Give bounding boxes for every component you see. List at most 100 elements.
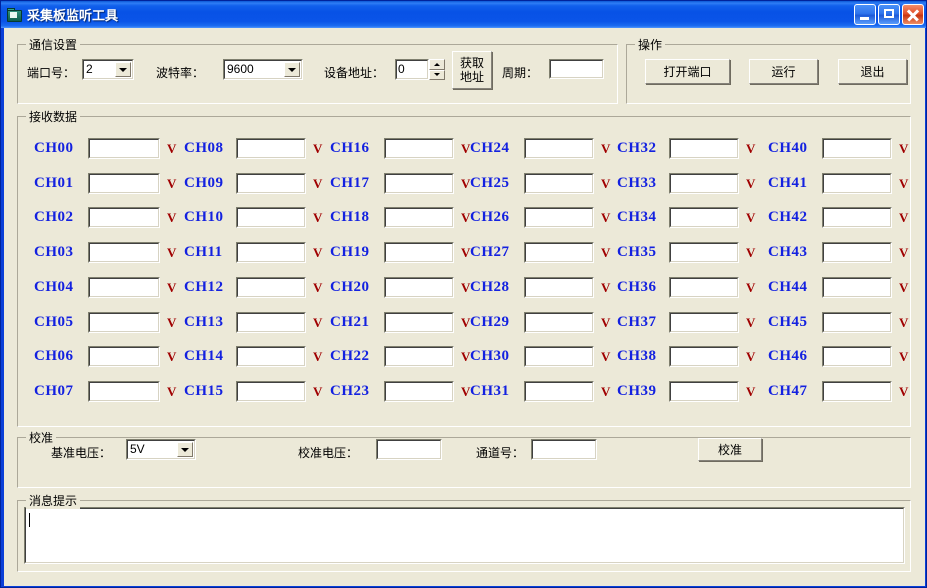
message-textarea[interactable]	[24, 507, 905, 564]
baud-label: 波特率：	[156, 66, 205, 80]
channel-input-ch36[interactable]	[669, 277, 739, 298]
port-label: 端口号：	[27, 66, 76, 80]
channel-marker-icon-ch22: V	[461, 349, 471, 364]
channel-input-ch46[interactable]	[822, 346, 892, 367]
channel-marker-icon-ch16: V	[461, 141, 471, 156]
channel-marker-icon-ch10: V	[313, 210, 323, 225]
stepper-up-icon[interactable]	[429, 59, 445, 70]
port-combo-value: 2	[86, 62, 93, 76]
device-address-input[interactable]: 0	[395, 59, 429, 80]
channel-marker-icon-ch01: V	[167, 176, 177, 191]
channel-input-ch41[interactable]	[822, 173, 892, 194]
window-title: 采集板监听工具	[27, 8, 119, 23]
channel-input-ch13[interactable]	[236, 312, 306, 333]
channel-input-ch04[interactable]	[88, 277, 160, 298]
channel-marker-icon-ch04: V	[167, 280, 177, 295]
channel-input-ch38[interactable]	[669, 346, 739, 367]
channel-number-input[interactable]	[531, 439, 597, 460]
channel-marker-icon-ch35: V	[746, 245, 756, 260]
baud-combo[interactable]: 9600	[223, 59, 303, 80]
channel-input-ch39[interactable]	[669, 381, 739, 402]
channel-input-ch08[interactable]	[236, 138, 306, 159]
channel-input-ch06[interactable]	[88, 346, 160, 367]
channel-input-ch32[interactable]	[669, 138, 739, 159]
reference-voltage-combo[interactable]: 5V	[126, 439, 196, 460]
channel-input-ch45[interactable]	[822, 312, 892, 333]
channel-label-ch16: CH16	[330, 140, 370, 156]
chevron-down-icon[interactable]	[177, 442, 193, 457]
chevron-down-icon[interactable]	[115, 62, 131, 77]
channel-input-ch33[interactable]	[669, 173, 739, 194]
text-caret	[29, 513, 30, 527]
calibration-voltage-input[interactable]	[376, 439, 442, 460]
minimize-button[interactable]	[854, 4, 876, 25]
channel-input-ch44[interactable]	[822, 277, 892, 298]
channel-input-ch23[interactable]	[384, 381, 454, 402]
channel-input-ch26[interactable]	[524, 207, 594, 228]
channel-marker-icon-ch18: V	[461, 210, 471, 225]
stepper-down-icon[interactable]	[429, 69, 445, 80]
channel-input-ch14[interactable]	[236, 346, 306, 367]
channel-marker-icon-ch31: V	[601, 384, 611, 399]
port-combo[interactable]: 2	[82, 59, 134, 80]
channel-input-ch03[interactable]	[88, 242, 160, 263]
channel-input-ch30[interactable]	[524, 346, 594, 367]
device-address-stepper[interactable]: 0	[395, 59, 445, 80]
channel-label-ch38: CH38	[617, 348, 657, 364]
title-bar[interactable]: 采集板监听工具	[1, 1, 926, 28]
channel-input-ch25[interactable]	[524, 173, 594, 194]
channel-input-ch05[interactable]	[88, 312, 160, 333]
channel-marker-icon-ch37: V	[746, 315, 756, 330]
channel-input-ch27[interactable]	[524, 242, 594, 263]
channel-label-ch41: CH41	[768, 175, 808, 191]
channel-input-ch37[interactable]	[669, 312, 739, 333]
channel-input-ch35[interactable]	[669, 242, 739, 263]
channel-input-ch17[interactable]	[384, 173, 454, 194]
chevron-down-icon[interactable]	[284, 62, 300, 77]
channel-input-ch24[interactable]	[524, 138, 594, 159]
channel-marker-icon-ch24: V	[601, 141, 611, 156]
channel-marker-icon-ch43: V	[899, 245, 909, 260]
channel-input-ch10[interactable]	[236, 207, 306, 228]
channel-input-ch02[interactable]	[88, 207, 160, 228]
channel-label-ch44: CH44	[768, 279, 808, 295]
channel-input-ch15[interactable]	[236, 381, 306, 402]
channel-input-ch47[interactable]	[822, 381, 892, 402]
channel-input-ch31[interactable]	[524, 381, 594, 402]
channel-marker-icon-ch38: V	[746, 349, 756, 364]
channel-input-ch22[interactable]	[384, 346, 454, 367]
close-button[interactable]	[902, 4, 924, 25]
channel-input-ch29[interactable]	[524, 312, 594, 333]
calibrate-button[interactable]: 校准	[698, 438, 762, 461]
channel-input-ch12[interactable]	[236, 277, 306, 298]
stepper-buttons[interactable]	[429, 59, 445, 80]
channel-input-ch43[interactable]	[822, 242, 892, 263]
channel-input-ch20[interactable]	[384, 277, 454, 298]
message-title: 消息提示	[26, 492, 81, 509]
channel-input-ch11[interactable]	[236, 242, 306, 263]
channel-input-ch21[interactable]	[384, 312, 454, 333]
channel-input-ch01[interactable]	[88, 173, 160, 194]
channel-number-label: 通道号：	[476, 446, 525, 460]
get-address-button[interactable]: 获取 地址	[452, 51, 492, 89]
channel-input-ch18[interactable]	[384, 207, 454, 228]
channel-input-ch09[interactable]	[236, 173, 306, 194]
channel-label-ch12: CH12	[184, 279, 224, 295]
channel-input-ch42[interactable]	[822, 207, 892, 228]
channel-input-ch00[interactable]	[88, 138, 160, 159]
channel-input-ch40[interactable]	[822, 138, 892, 159]
exit-button[interactable]: 退出	[838, 59, 907, 84]
open-port-button[interactable]: 打开端口	[645, 59, 730, 84]
channel-input-ch34[interactable]	[669, 207, 739, 228]
channel-input-ch28[interactable]	[524, 277, 594, 298]
channel-label-ch30: CH30	[470, 348, 510, 364]
run-button[interactable]: 运行	[749, 59, 818, 84]
channel-input-ch19[interactable]	[384, 242, 454, 263]
channel-input-ch16[interactable]	[384, 138, 454, 159]
channel-input-ch07[interactable]	[88, 381, 160, 402]
maximize-button[interactable]	[878, 4, 900, 25]
channel-marker-icon-ch26: V	[601, 210, 611, 225]
channel-marker-icon-ch02: V	[167, 210, 177, 225]
period-input[interactable]	[549, 59, 604, 79]
channel-label-ch47: CH47	[768, 383, 808, 399]
